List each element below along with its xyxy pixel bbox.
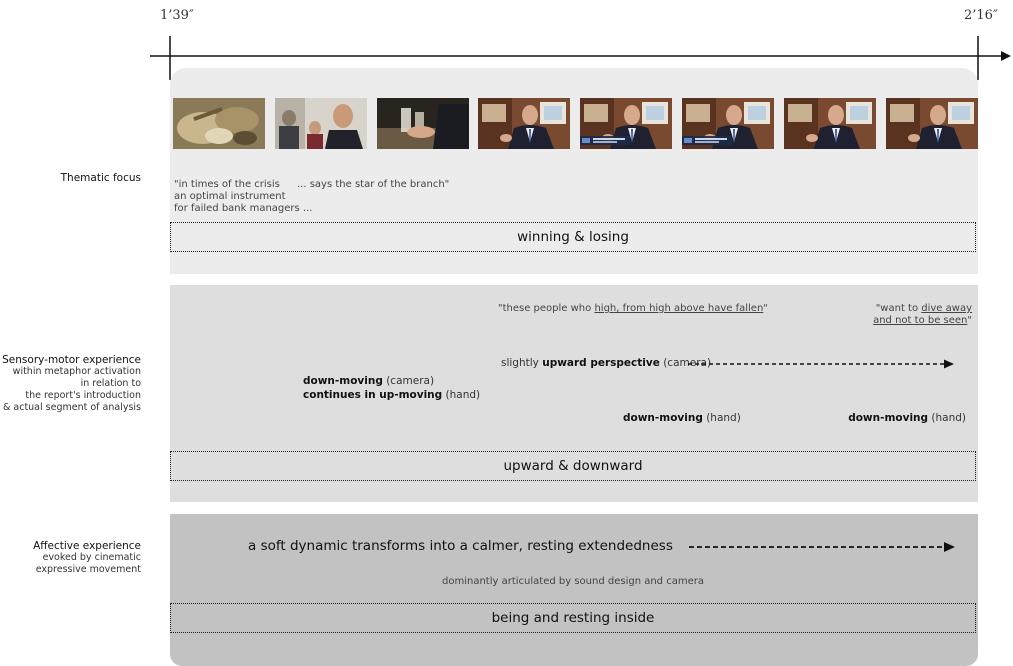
quote-underlined: dive away	[921, 303, 972, 314]
sensory-panel: "these people who high, from high above …	[170, 285, 978, 502]
thematic-label-text: Thematic focus	[60, 172, 141, 184]
hands-table-still	[376, 98, 469, 149]
sensory-row-label: Sensory-motor experience within metaphor…	[2, 354, 141, 414]
interview-still	[783, 98, 876, 149]
quote-part: "	[763, 303, 768, 314]
quote-dive-away: "want to dive away and not to be seen"	[873, 303, 972, 327]
perspective-arrow	[688, 359, 954, 369]
dining-people-still	[274, 98, 367, 149]
quote-star-of-branch: ... says the star of the branch"	[297, 179, 450, 190]
affective-label-line: evoked by cinematic	[42, 552, 141, 563]
thematic-summary-box: winning & losing	[170, 222, 976, 252]
food-still-image	[173, 98, 265, 149]
note-part: (camera)	[382, 375, 435, 387]
note-bold: down-moving	[623, 412, 703, 424]
thematic-panel: "in times of the crisis an optimal instr…	[170, 68, 978, 274]
quote-fallen: "these people who high, from high above …	[498, 303, 768, 315]
sensory-label-line: the report's introduction	[25, 390, 141, 401]
affective-panel: a soft dynamic transforms into a calmer,…	[170, 514, 978, 666]
interview-still-caption	[682, 98, 774, 149]
affective-summary-box: being and resting inside	[170, 603, 976, 633]
interview-still-image	[885, 98, 978, 149]
interview-still-caption-image	[580, 98, 673, 149]
affective-sub-statement: dominantly articulated by sound design a…	[442, 576, 704, 587]
hands-table-still-image	[376, 98, 469, 149]
note-bold: down-moving	[848, 412, 929, 424]
food-still	[173, 98, 265, 149]
sensory-label-line: & actual segment of analysis	[2, 402, 141, 413]
interview-still-image	[478, 98, 571, 149]
sensory-summary-box: upward & downward	[170, 451, 976, 481]
interview-still-caption	[580, 98, 673, 149]
interview-still	[478, 98, 571, 149]
quote-part: "want to	[875, 303, 922, 314]
timeline-arrowhead	[1001, 51, 1011, 61]
interview-still	[885, 98, 978, 149]
thematic-summary: winning & losing	[517, 229, 629, 245]
interview-still-caption-image	[682, 98, 774, 149]
sensory-summary: upward & downward	[503, 458, 643, 474]
quote-part: "	[967, 315, 972, 326]
thematic-row-label: Thematic focus	[61, 172, 141, 184]
down-moving-hand-note: down-moving (hand)	[623, 412, 741, 424]
interview-still-image	[783, 98, 876, 149]
note-part: (hand)	[442, 389, 481, 401]
note-bold: down-moving	[303, 375, 383, 387]
down-up-moving-note: down-moving (camera) continues in up-mov…	[303, 374, 480, 402]
film-stills-strip	[173, 98, 979, 150]
affective-label-title: Affective experience	[33, 540, 141, 552]
quote-line: for failed bank managers ...	[174, 203, 313, 214]
affective-row-label: Affective experience evoked by cinematic…	[33, 540, 141, 576]
quote-crisis: "in times of the crisis an optimal instr…	[174, 179, 312, 215]
sensory-label-line: in relation to	[80, 378, 141, 389]
sensory-label-line: within metaphor activation	[12, 366, 141, 377]
note-part: slightly	[501, 357, 543, 369]
quote-line: "in times of the crisis	[174, 179, 280, 190]
dining-people-still-image	[274, 98, 367, 149]
quote-underlined: and not to be seen	[873, 315, 968, 326]
sensory-label-title: Sensory-motor experience	[2, 354, 141, 366]
affective-label-line: expressive movement	[35, 564, 141, 575]
down-moving-hand-note-end: down-moving (hand)	[848, 412, 966, 424]
note-part: (hand)	[702, 412, 741, 424]
quote-line: an optimal instrument	[174, 191, 286, 202]
note-part: (hand)	[928, 412, 966, 424]
upward-perspective-note: slightly upward perspective (camera)	[501, 357, 711, 369]
affective-main-statement: a soft dynamic transforms into a calmer,…	[248, 538, 673, 554]
affective-summary: being and resting inside	[491, 610, 655, 626]
affective-arrow	[689, 542, 955, 552]
note-bold: continues in up-moving	[303, 389, 443, 401]
quote-part: "these people who	[498, 303, 595, 314]
note-bold: upward perspective	[542, 357, 660, 369]
quote-underlined: high, from high above have fallen	[594, 303, 764, 314]
